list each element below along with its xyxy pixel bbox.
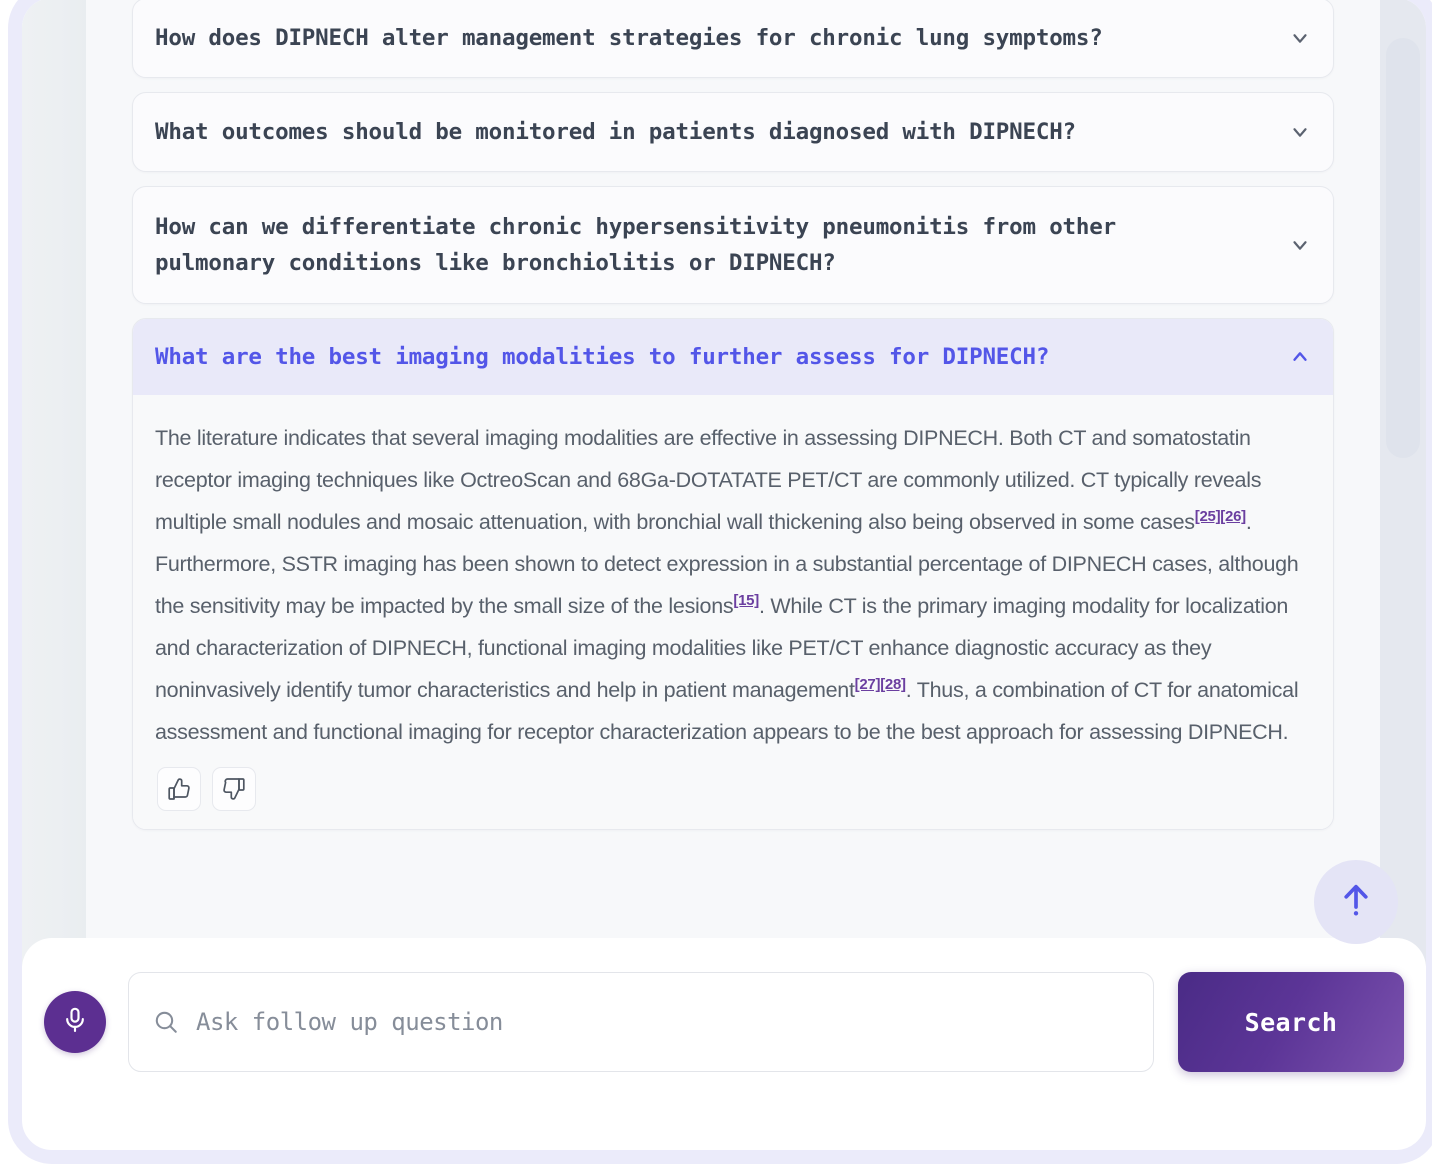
citation-link[interactable]: [25] bbox=[1195, 508, 1221, 525]
follow-up-search-bar: Search bbox=[22, 938, 1426, 1150]
question-cards-column: How does DIPNECH alter management strate… bbox=[132, 0, 1334, 830]
app-frame: How does DIPNECH alter management strate… bbox=[8, 0, 1432, 1164]
scroll-to-top-button[interactable] bbox=[1314, 860, 1398, 944]
results-scroll-region[interactable]: How does DIPNECH alter management strate… bbox=[22, 0, 1426, 966]
microphone-button[interactable] bbox=[44, 991, 106, 1053]
citation-link[interactable]: [15] bbox=[733, 592, 759, 609]
citation-link[interactable]: [26] bbox=[1220, 508, 1246, 525]
scrollbar-thumb[interactable] bbox=[1386, 38, 1420, 458]
chevron-down-icon[interactable] bbox=[1289, 27, 1311, 49]
left-gutter bbox=[22, 0, 86, 966]
expanded-question-label: What are the best imaging modalities to … bbox=[155, 343, 1050, 370]
question-label: How can we differentiate chronic hyperse… bbox=[155, 213, 1116, 276]
thumbs-down-icon bbox=[222, 777, 246, 801]
answer-body: The literature indicates that several im… bbox=[133, 395, 1333, 829]
question-card-expanded: What are the best imaging modalities to … bbox=[132, 318, 1334, 830]
chevron-down-icon[interactable] bbox=[1289, 234, 1311, 256]
citation-link[interactable]: [27] bbox=[855, 676, 881, 693]
citation-link[interactable]: [28] bbox=[880, 676, 906, 693]
question-card-collapsed[interactable]: What outcomes should be monitored in pat… bbox=[132, 92, 1334, 172]
chevron-up-icon[interactable] bbox=[1289, 346, 1311, 368]
thumbs-up-button[interactable] bbox=[157, 767, 201, 811]
search-button[interactable]: Search bbox=[1178, 972, 1404, 1072]
question-card-collapsed[interactable]: How can we differentiate chronic hyperse… bbox=[132, 186, 1334, 304]
search-input[interactable] bbox=[196, 1008, 1129, 1036]
search-icon bbox=[153, 1009, 179, 1035]
chevron-down-icon[interactable] bbox=[1289, 121, 1311, 143]
feedback-row bbox=[155, 767, 1303, 811]
search-field-wrapper[interactable] bbox=[128, 972, 1154, 1072]
thumbs-up-icon bbox=[167, 777, 191, 801]
expanded-question-header[interactable]: What are the best imaging modalities to … bbox=[133, 319, 1333, 395]
arrow-up-icon bbox=[1335, 879, 1377, 926]
vertical-scrollbar[interactable] bbox=[1380, 0, 1426, 966]
question-label: What outcomes should be monitored in pat… bbox=[155, 118, 1076, 145]
microphone-icon bbox=[61, 1006, 89, 1039]
thumbs-down-button[interactable] bbox=[212, 767, 256, 811]
answer-text: The literature indicates that several im… bbox=[155, 426, 1299, 744]
question-card-collapsed[interactable]: How does DIPNECH alter management strate… bbox=[132, 0, 1334, 78]
question-label: How does DIPNECH alter management strate… bbox=[155, 24, 1103, 51]
